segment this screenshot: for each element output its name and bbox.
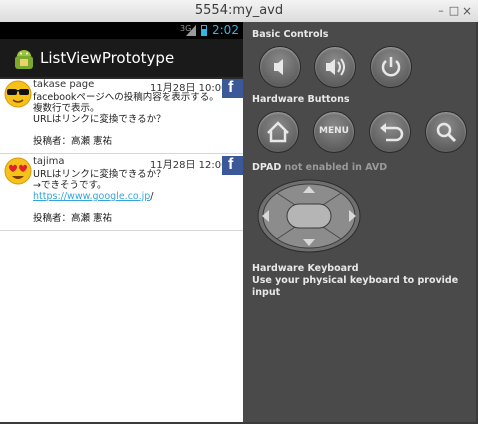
link-suffix: / (150, 191, 154, 202)
post-link-line: https://www.google.co.jp/ (33, 191, 239, 202)
hardware-buttons-label: Hardware Buttons (252, 94, 350, 105)
back-button[interactable] (369, 111, 411, 153)
status-bar: 3G 2:02 (0, 22, 243, 39)
control-panel: Basic Controls Hardware Buttons MENU DPA… (243, 22, 476, 422)
action-bar: ListViewPrototype (0, 39, 243, 79)
window-title: 5554:my_avd (194, 3, 284, 18)
search-button[interactable] (425, 111, 467, 153)
post-user: takase page (33, 79, 95, 90)
keyboard-label: Hardware Keyboard (252, 263, 359, 274)
dpad-control[interactable] (257, 179, 361, 253)
post-body: URLはリンクに変換できるか？ →できそうです。 https://www.goo… (33, 169, 239, 224)
sunglasses-emoji-avatar (4, 80, 32, 108)
hardware-keyboard-info: Hardware Keyboard Use your physical keyb… (252, 263, 476, 299)
battery-icon (201, 25, 207, 36)
post-line: facebookページへの投稿内容を表示する。 (33, 92, 219, 103)
dpad-title: DPAD (252, 162, 282, 173)
signal-icon (186, 25, 196, 36)
window-titlebar: 5554:my_avd – □ × (0, 0, 478, 23)
list-item[interactable]: tajima 11月28日 12:00 f URLはリンクに変換できるか？ →で… (0, 154, 243, 231)
dpad-note: not enabled in AVD (284, 162, 388, 173)
close-icon[interactable]: × (460, 4, 474, 18)
dpad-center-button (286, 203, 332, 229)
app-title: ListViewPrototype (40, 49, 175, 67)
volume-up-button[interactable] (314, 46, 356, 88)
maximize-icon[interactable]: □ (447, 4, 461, 18)
volume-down-icon (274, 59, 283, 75)
post-line: URLはリンクに変換できるか？ (33, 169, 166, 180)
post-line: 複数行で表示。 (33, 103, 100, 114)
post-line: →できそうです。 (33, 180, 107, 191)
menu-button[interactable]: MENU (313, 111, 355, 153)
post-line: URLはリンクに変換できるか？ (33, 114, 166, 125)
volume-up-icon (326, 58, 345, 76)
status-clock: 2:02 (212, 23, 239, 37)
power-icon (381, 57, 401, 77)
post-link[interactable]: https://www.google.co.jp (33, 191, 150, 202)
list-item[interactable]: takase page 11月28日 10:00 f facebookページへの… (0, 77, 243, 154)
home-icon (267, 121, 289, 143)
home-button[interactable] (257, 111, 299, 153)
post-author: 投稿者：高瀬 憲祐 (33, 213, 113, 224)
android-app-icon (15, 50, 33, 69)
volume-down-button[interactable] (259, 46, 301, 88)
back-icon (380, 123, 404, 142)
post-author: 投稿者：高瀬 憲祐 (33, 136, 113, 147)
keyboard-note: Use your physical keyboard to provide in… (252, 275, 459, 298)
post-list[interactable]: takase page 11月28日 10:00 f facebookページへの… (0, 77, 243, 231)
power-button[interactable] (370, 46, 412, 88)
post-body: facebookページへの投稿内容を表示する。 複数行で表示。 URLはリンクに… (33, 92, 239, 147)
minimize-icon[interactable]: – (434, 4, 448, 18)
menu-icon: MENU (319, 126, 349, 136)
heart-eyes-emoji-avatar (4, 157, 32, 185)
basic-controls-label: Basic Controls (252, 29, 329, 40)
dpad-label: DPAD not enabled in AVD (252, 162, 387, 173)
phone-screen[interactable]: 3G 2:02 ListViewPrototype takase page 11… (0, 22, 243, 422)
post-user: tajima (33, 156, 65, 167)
search-icon (436, 122, 457, 143)
